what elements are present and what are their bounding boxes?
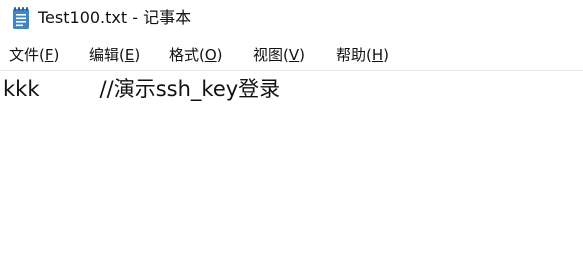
- menu-format-label: 格式(: [169, 46, 205, 64]
- menu-file-accel: F: [44, 46, 54, 64]
- text-editor-area[interactable]: kkk //演示ssh_key登录: [0, 71, 583, 272]
- menu-edit-label: 编辑(: [89, 46, 125, 64]
- menu-help[interactable]: 帮助(H): [336, 44, 389, 66]
- menu-format-end: ): [216, 46, 223, 64]
- editor-content[interactable]: kkk //演示ssh_key登录: [3, 75, 280, 103]
- menu-edit-accel: E: [124, 46, 135, 64]
- window-title: Test100.txt - 记事本: [38, 8, 192, 27]
- menu-view-accel: V: [288, 46, 300, 64]
- menu-edit[interactable]: 编辑(E): [89, 44, 140, 66]
- menu-format[interactable]: 格式(O): [169, 44, 223, 66]
- menu-file[interactable]: 文件(F): [9, 44, 59, 66]
- menu-help-accel: H: [371, 46, 384, 64]
- menu-edit-end: ): [134, 46, 141, 64]
- menu-help-label: 帮助(: [336, 46, 372, 64]
- menu-bar: 文件(F) 编辑(E) 格式(O) 视图(V) 帮助(H): [0, 40, 583, 70]
- menu-format-accel: O: [204, 46, 217, 64]
- menu-file-label: 文件(: [9, 46, 45, 64]
- notepad-window: Test100.txt - 记事本 文件(F) 编辑(E) 格式(O) 视图(V…: [0, 0, 583, 272]
- menu-view-label: 视图(: [253, 46, 289, 64]
- menu-view[interactable]: 视图(V): [253, 44, 305, 66]
- menu-view-end: ): [299, 46, 305, 64]
- notepad-icon: [13, 7, 29, 29]
- menu-file-end: ): [53, 46, 60, 64]
- title-bar[interactable]: Test100.txt - 记事本: [0, 0, 583, 38]
- menu-help-end: ): [383, 46, 389, 64]
